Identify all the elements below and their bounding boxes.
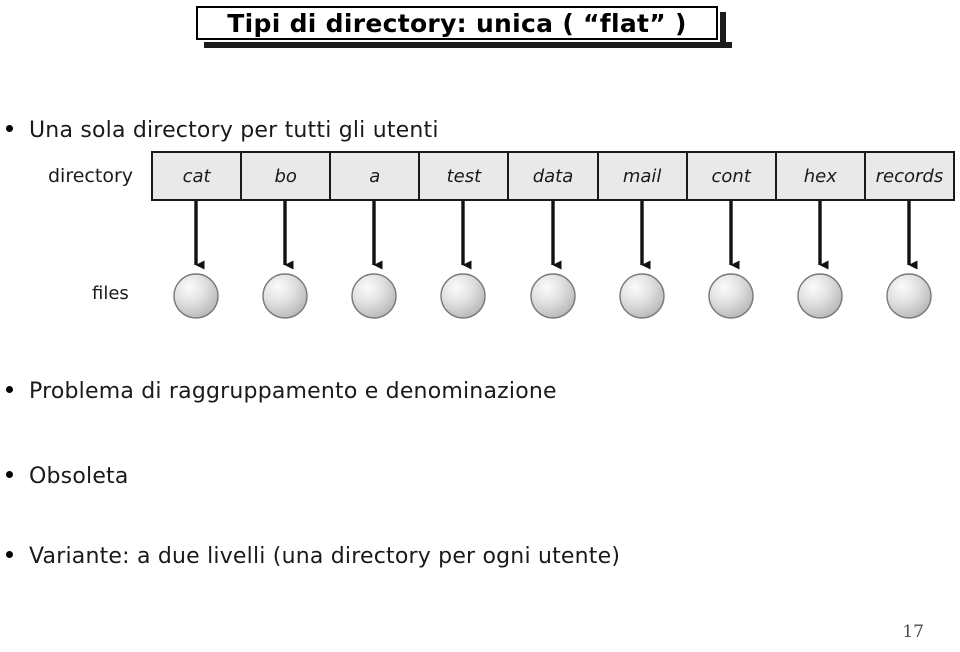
- bullet-dot-icon: [6, 125, 13, 132]
- directory-entry-cell: cont: [687, 153, 777, 199]
- bullet-dot-icon: [6, 471, 13, 478]
- bullet-item-4: Variante: a due livelli (una directory p…: [6, 544, 620, 569]
- directory-entry-cell: test: [420, 153, 510, 199]
- directory-label: directory: [48, 165, 133, 187]
- directory-entry-cell: hex: [776, 153, 866, 199]
- bullet-item-3-label: Obsoleta: [29, 464, 129, 489]
- slide-title-box: Tipi di directory: unica ( “flat” ): [196, 6, 732, 48]
- directory-table: cat bo a test data mail cont hex records: [151, 151, 955, 201]
- bullet-dot-icon: [6, 551, 13, 558]
- directory-entry-cell: records: [865, 153, 953, 199]
- bullet-item-1-label: Una sola directory per tutti gli utenti: [29, 118, 439, 143]
- files-label: files: [92, 283, 129, 304]
- arrow-group: [194, 201, 918, 270]
- directory-entry-cell: data: [509, 153, 599, 199]
- file-node-group: [173, 273, 932, 319]
- directory-entry-cell: cat: [153, 153, 243, 199]
- bullet-item-4-label: Variante: a due livelli (una directory p…: [29, 544, 621, 569]
- page-title: Tipi di directory: unica ( “flat” ): [227, 8, 687, 38]
- bullet-item-3: Obsoleta: [6, 464, 129, 489]
- bullet-item-2-label: Problema di raggruppamento e denominazio…: [29, 379, 557, 404]
- bullet-dot-icon: [6, 386, 13, 393]
- directory-entry-cell: a: [331, 153, 421, 199]
- page-number: 17: [902, 622, 924, 642]
- directory-entry-cell: bo: [242, 153, 332, 199]
- bullet-item-1: Una sola directory per tutti gli utenti: [6, 118, 439, 143]
- directory-entry-cell: mail: [598, 153, 688, 199]
- bullet-item-2: Problema di raggruppamento e denominazio…: [6, 379, 557, 404]
